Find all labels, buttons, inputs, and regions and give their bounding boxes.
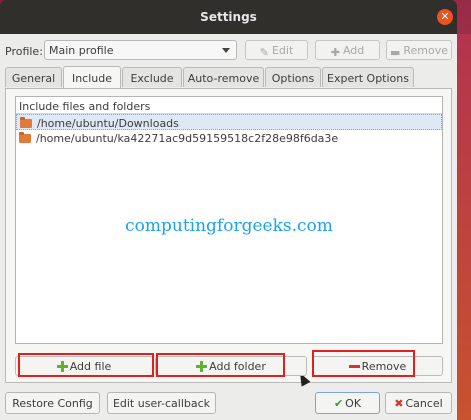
restore-config-button[interactable]: Restore Config: [5, 392, 100, 414]
minus-icon: ▬: [389, 46, 401, 59]
settings-window: Profile: Main profile ✎ Edit ✚ Add ▬ Remove…: [0, 34, 457, 420]
title-bar: Settings ✕: [0, 0, 457, 34]
include-list[interactable]: Include files and folders /home/ubuntu/D…: [15, 96, 443, 387]
edit-profile-label: Edit: [271, 44, 294, 57]
folder-icon: [19, 132, 31, 143]
list-item-path: /home/ubuntu/ka42271ac9d59159518c2f28e98…: [36, 132, 339, 145]
profile-selected-value: Main profile: [49, 44, 114, 57]
chevron-down-icon: [222, 48, 230, 53]
remove-profile-button[interactable]: ▬ Remove: [386, 40, 452, 60]
list-header: Include files and folders: [16, 97, 442, 114]
tab-include[interactable]: Include: [63, 66, 121, 88]
include-panel: Include files and folders /home/ubuntu/D…: [5, 88, 452, 387]
close-icon: ✕: [440, 10, 450, 23]
cancel-label: Cancel: [405, 397, 443, 410]
list-item[interactable]: /home/ubuntu/Downloads: [16, 114, 442, 130]
edit-profile-button[interactable]: ✎ Edit: [245, 40, 308, 60]
highlight-box: [156, 353, 285, 377]
folder-icon: [20, 117, 32, 128]
close-button[interactable]: ✕: [437, 9, 453, 25]
tab-options[interactable]: Options: [265, 67, 321, 87]
desktop-background: [457, 34, 471, 420]
profile-select[interactable]: Main profile: [44, 40, 237, 60]
list-item-path: /home/ubuntu/Downloads: [37, 117, 179, 130]
edit-user-callback-button[interactable]: Edit user-callback: [107, 392, 216, 414]
cancel-icon: ✖: [394, 397, 404, 410]
check-icon: ✔: [333, 397, 344, 410]
window-title: Settings: [200, 10, 257, 24]
highlight-box: [312, 350, 415, 377]
add-profile-label: Add: [342, 44, 365, 57]
remove-profile-label: Remove: [403, 44, 449, 57]
tab-auto-remove[interactable]: Auto-remove: [183, 67, 264, 87]
list-item[interactable]: /home/ubuntu/ka42271ac9d59159518c2f28e98…: [16, 130, 442, 146]
tab-expert-options[interactable]: Expert Options: [322, 67, 414, 87]
add-profile-button[interactable]: ✚ Add: [315, 40, 380, 60]
tab-exclude[interactable]: Exclude: [122, 67, 182, 87]
cancel-button[interactable]: ✖ Cancel: [385, 392, 452, 414]
pencil-icon: ✎: [259, 46, 269, 59]
ok-label: OK: [345, 397, 362, 410]
tab-general[interactable]: General: [5, 67, 62, 87]
highlight-box: [18, 353, 154, 377]
profile-label: Profile:: [5, 45, 43, 58]
watermark-text: computingforgeeks.com: [125, 216, 333, 236]
plus-icon: ✚: [330, 46, 340, 59]
ok-button[interactable]: ✔ OK: [315, 392, 380, 414]
